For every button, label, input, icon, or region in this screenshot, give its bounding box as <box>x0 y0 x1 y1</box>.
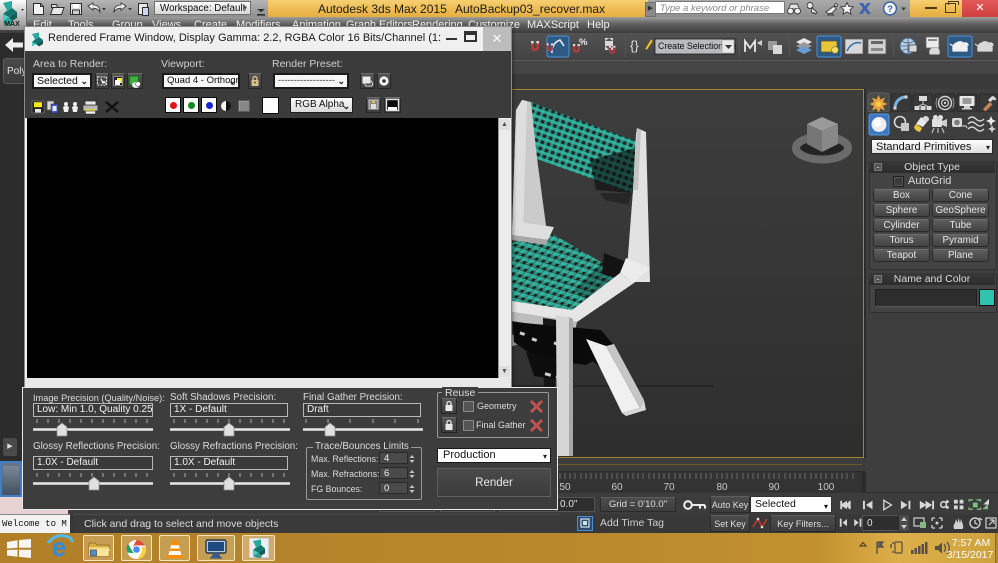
svg-text:%: % <box>579 37 588 48</box>
svg-text:100: 100 <box>818 482 835 493</box>
svg-text:80: 80 <box>716 482 728 493</box>
svg-text:90: 90 <box>768 482 780 493</box>
svg-text:70: 70 <box>663 482 675 493</box>
svg-text:?: ? <box>887 4 893 14</box>
svg-text:max: max <box>256 555 263 559</box>
svg-text:60: 60 <box>611 482 623 493</box>
svg-text:50: 50 <box>559 482 571 493</box>
svg-text:{}: {} <box>630 38 639 53</box>
